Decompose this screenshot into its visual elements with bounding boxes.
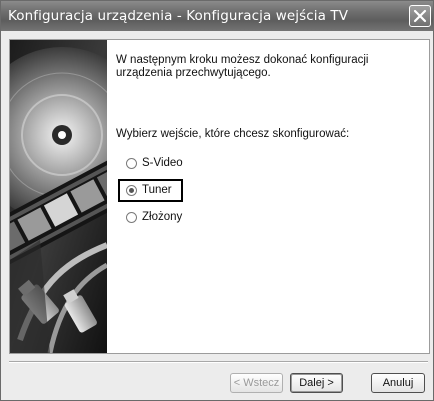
intro-area: W następnym kroku możesz dokonać konfigu…	[116, 54, 416, 80]
close-button[interactable]	[409, 5, 431, 27]
title-bar[interactable]: Konfiguracja urządzenia - Konfiguracja w…	[1, 1, 433, 31]
option-composite[interactable]: Złożony	[126, 209, 182, 225]
window-title: Konfiguracja urządzenia - Konfiguracja w…	[8, 8, 349, 24]
close-icon	[413, 9, 427, 23]
wizard-illustration	[10, 40, 107, 353]
intro-text: W następnym kroku możesz dokonać konfigu…	[116, 54, 369, 79]
footer-separator	[9, 361, 428, 363]
back-button[interactable]: < Wstecz	[230, 373, 283, 393]
option-svideo-label: S-Video	[142, 157, 183, 169]
input-prompt: Wybierz wejście, które chcesz skonfiguro…	[116, 128, 350, 140]
option-tuner-label: Tuner	[142, 184, 172, 196]
next-button[interactable]: Dalej >	[290, 373, 343, 393]
wizard-panel: W następnym kroku możesz dokonać konfigu…	[9, 39, 430, 354]
wizard-window: Konfiguracja urządzenia - Konfiguracja w…	[0, 0, 434, 401]
radio-icon[interactable]	[126, 184, 137, 196]
cancel-button[interactable]: Anuluj	[371, 373, 425, 393]
option-composite-label: Złożony	[142, 211, 183, 223]
option-svideo[interactable]: S-Video	[126, 155, 183, 171]
radio-icon[interactable]	[126, 211, 137, 223]
option-tuner[interactable]: Tuner	[126, 182, 172, 198]
radio-icon[interactable]	[126, 157, 137, 169]
